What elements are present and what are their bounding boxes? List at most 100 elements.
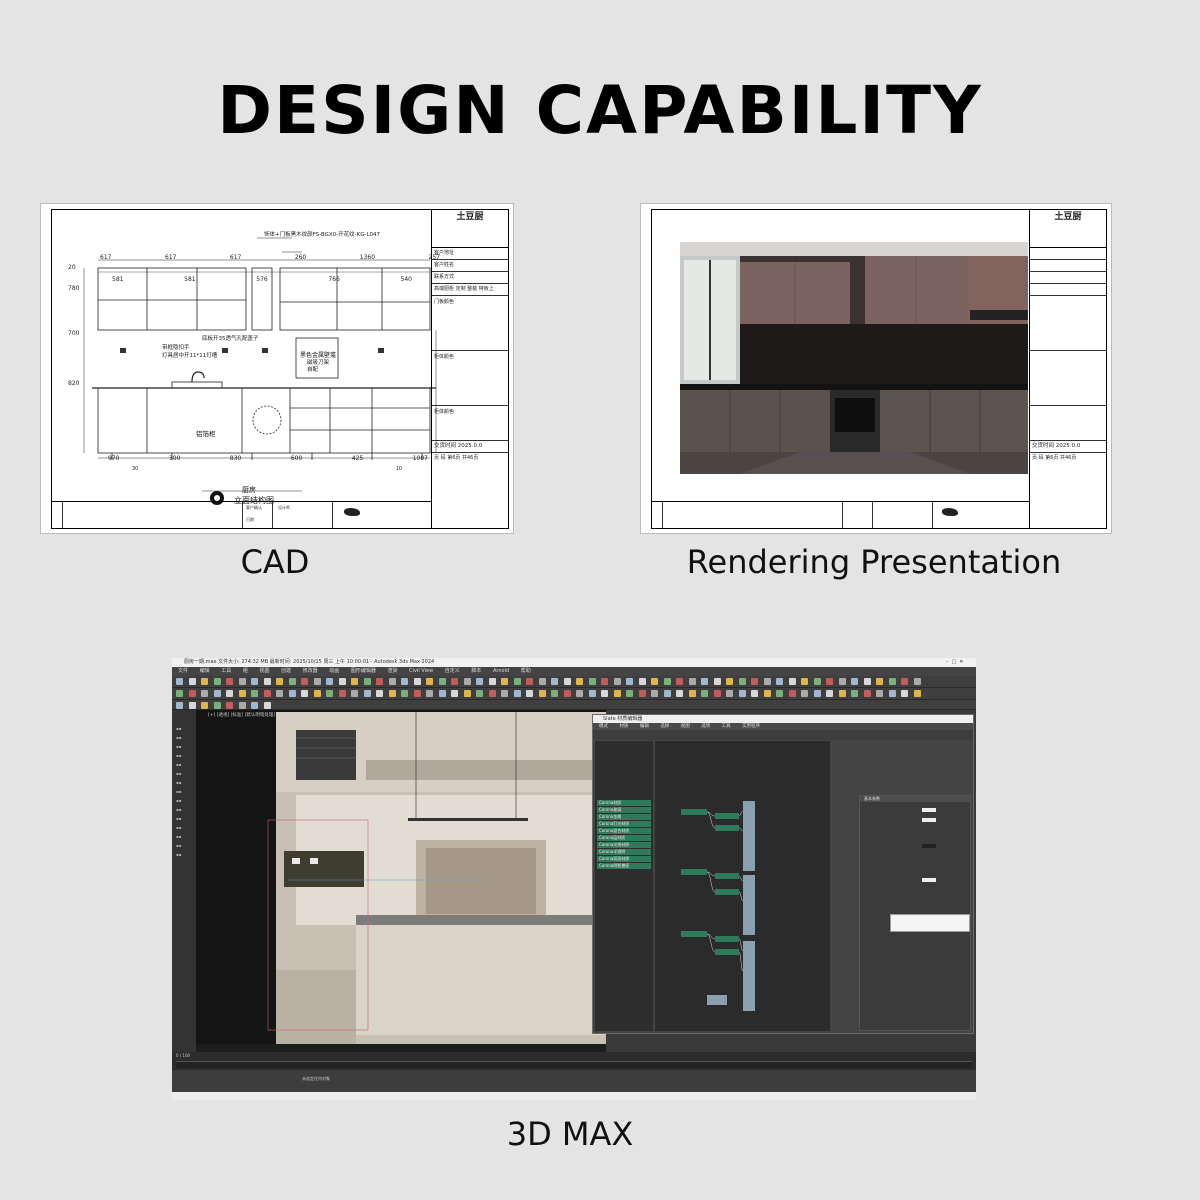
toolbar-icon[interactable]: [201, 690, 208, 697]
toolbar-icon[interactable]: [463, 678, 471, 685]
toolbar-icon[interactable]: [888, 690, 896, 697]
scene-item[interactable]: ▪▪: [176, 814, 196, 823]
toolbar-icon[interactable]: [813, 690, 821, 697]
toolbar-icon[interactable]: [213, 678, 221, 685]
menu-item[interactable]: Arnold: [493, 668, 509, 674]
toolbar-icon[interactable]: [663, 690, 671, 697]
toolbar-icon[interactable]: [888, 678, 896, 685]
toolbar-icon[interactable]: [226, 690, 233, 697]
toolbar-icon[interactable]: [276, 678, 283, 685]
toolbar-icon[interactable]: [701, 678, 708, 685]
toolbar-icon[interactable]: [863, 690, 871, 697]
toolbar-icon[interactable]: [501, 678, 508, 685]
toolbar-icon[interactable]: [863, 678, 871, 685]
slate-menu-item[interactable]: 模式: [599, 724, 608, 729]
scene-item[interactable]: ▪▪: [176, 769, 196, 778]
toolbar-icon[interactable]: [288, 678, 296, 685]
menu-item[interactable]: 创建: [281, 668, 291, 674]
slate-menu-item[interactable]: 材质: [619, 724, 628, 729]
toolbar-icon[interactable]: [313, 690, 321, 697]
toolbar-icon[interactable]: [563, 690, 571, 697]
scene-item[interactable]: ▪▪: [176, 724, 196, 733]
toolbar-icon[interactable]: [763, 690, 771, 697]
toolbar-icon[interactable]: [538, 690, 546, 697]
menu-item[interactable]: 视图: [259, 668, 269, 674]
scene-item[interactable]: ▪▪: [176, 787, 196, 796]
browser-item[interactable]: Corona玻璃: [597, 807, 651, 813]
toolbar-icon[interactable]: [851, 678, 858, 685]
toolbar-icon[interactable]: [701, 690, 708, 697]
toolbar-icon[interactable]: [251, 678, 258, 685]
toolbar-icon[interactable]: [826, 690, 833, 697]
toolbar-icon[interactable]: [188, 690, 196, 697]
toolbar-icon[interactable]: [263, 678, 271, 685]
toolbar-icon[interactable]: [488, 690, 496, 697]
toolbar-icon[interactable]: [676, 690, 683, 697]
max-timeline[interactable]: 0 / 100: [172, 1052, 976, 1070]
toolbar-icon[interactable]: [226, 702, 233, 709]
browser-item[interactable]: Corona材质: [597, 800, 651, 806]
menu-item[interactable]: 组: [243, 668, 248, 674]
toolbar-icon[interactable]: [588, 678, 596, 685]
toolbar-icon[interactable]: [401, 690, 408, 697]
toolbar-icon[interactable]: [563, 678, 571, 685]
toolbar-icon[interactable]: [776, 690, 783, 697]
toolbar-icon[interactable]: [201, 702, 208, 709]
param-swatch[interactable]: [922, 878, 936, 882]
toolbar-icon[interactable]: [476, 678, 483, 685]
menu-item[interactable]: 图形编辑器: [351, 668, 376, 674]
menu-item[interactable]: Civil View: [409, 668, 433, 674]
toolbar-icon[interactable]: [613, 690, 621, 697]
toolbar-icon[interactable]: [876, 690, 883, 697]
toolbar-icon[interactable]: [551, 678, 558, 685]
toolbar-icon[interactable]: [213, 702, 221, 709]
scene-item[interactable]: ▪▪: [176, 733, 196, 742]
browser-item[interactable]: Corona灯光材质: [597, 821, 651, 827]
toolbar-icon[interactable]: [476, 690, 483, 697]
toolbar-icon[interactable]: [651, 690, 658, 697]
node-view[interactable]: [655, 741, 830, 1031]
toolbar-icon[interactable]: [726, 690, 733, 697]
browser-item[interactable]: Corona阴影捕捉: [597, 863, 651, 869]
toolbar-icon[interactable]: [301, 690, 308, 697]
toolbar-icon[interactable]: [776, 678, 783, 685]
toolbar-icon[interactable]: [526, 690, 533, 697]
toolbar-icon[interactable]: [738, 690, 746, 697]
toolbar-icon[interactable]: [463, 690, 471, 697]
toolbar-icon[interactable]: [238, 702, 246, 709]
toolbar-icon[interactable]: [501, 690, 508, 697]
toolbar-icon[interactable]: [576, 690, 583, 697]
toolbar-icon[interactable]: [901, 678, 908, 685]
param-swatch[interactable]: [922, 844, 936, 848]
toolbar-icon[interactable]: [526, 678, 533, 685]
toolbar-icon[interactable]: [238, 678, 246, 685]
toolbar-icon[interactable]: [263, 690, 271, 697]
toolbar-icon[interactable]: [401, 678, 408, 685]
toolbar-icon[interactable]: [363, 690, 371, 697]
toolbar-icon[interactable]: [326, 678, 333, 685]
toolbar-icon[interactable]: [451, 678, 458, 685]
browser-item[interactable]: Corona半透明: [597, 849, 651, 855]
scene-item[interactable]: ▪▪: [176, 805, 196, 814]
scene-item[interactable]: ▪▪: [176, 823, 196, 832]
menu-item[interactable]: 工具: [221, 668, 231, 674]
toolbar-icon[interactable]: [438, 690, 446, 697]
toolbar-icon[interactable]: [838, 678, 846, 685]
toolbar-icon[interactable]: [338, 678, 346, 685]
parameter-panel[interactable]: 基本参数: [859, 795, 971, 1031]
toolbar-icon[interactable]: [688, 678, 696, 685]
toolbar-icon[interactable]: [738, 678, 746, 685]
toolbar-icon[interactable]: [851, 690, 858, 697]
toolbar-icon[interactable]: [288, 690, 296, 697]
toolbar-icon[interactable]: [688, 690, 696, 697]
toolbar-icon[interactable]: [713, 690, 721, 697]
slate-menu-item[interactable]: 选项: [701, 724, 710, 729]
toolbar-icon[interactable]: [413, 690, 421, 697]
toolbar-icon[interactable]: [438, 678, 446, 685]
toolbar-icon[interactable]: [388, 678, 396, 685]
toolbar-icon[interactable]: [551, 690, 558, 697]
material-browser[interactable]: Corona材质 Corona玻璃 Corona金属 Corona灯光材质 Co…: [595, 741, 653, 1031]
toolbar-icon[interactable]: [376, 690, 383, 697]
toolbar-icon[interactable]: [601, 690, 608, 697]
menu-item[interactable]: 渲染: [387, 668, 397, 674]
